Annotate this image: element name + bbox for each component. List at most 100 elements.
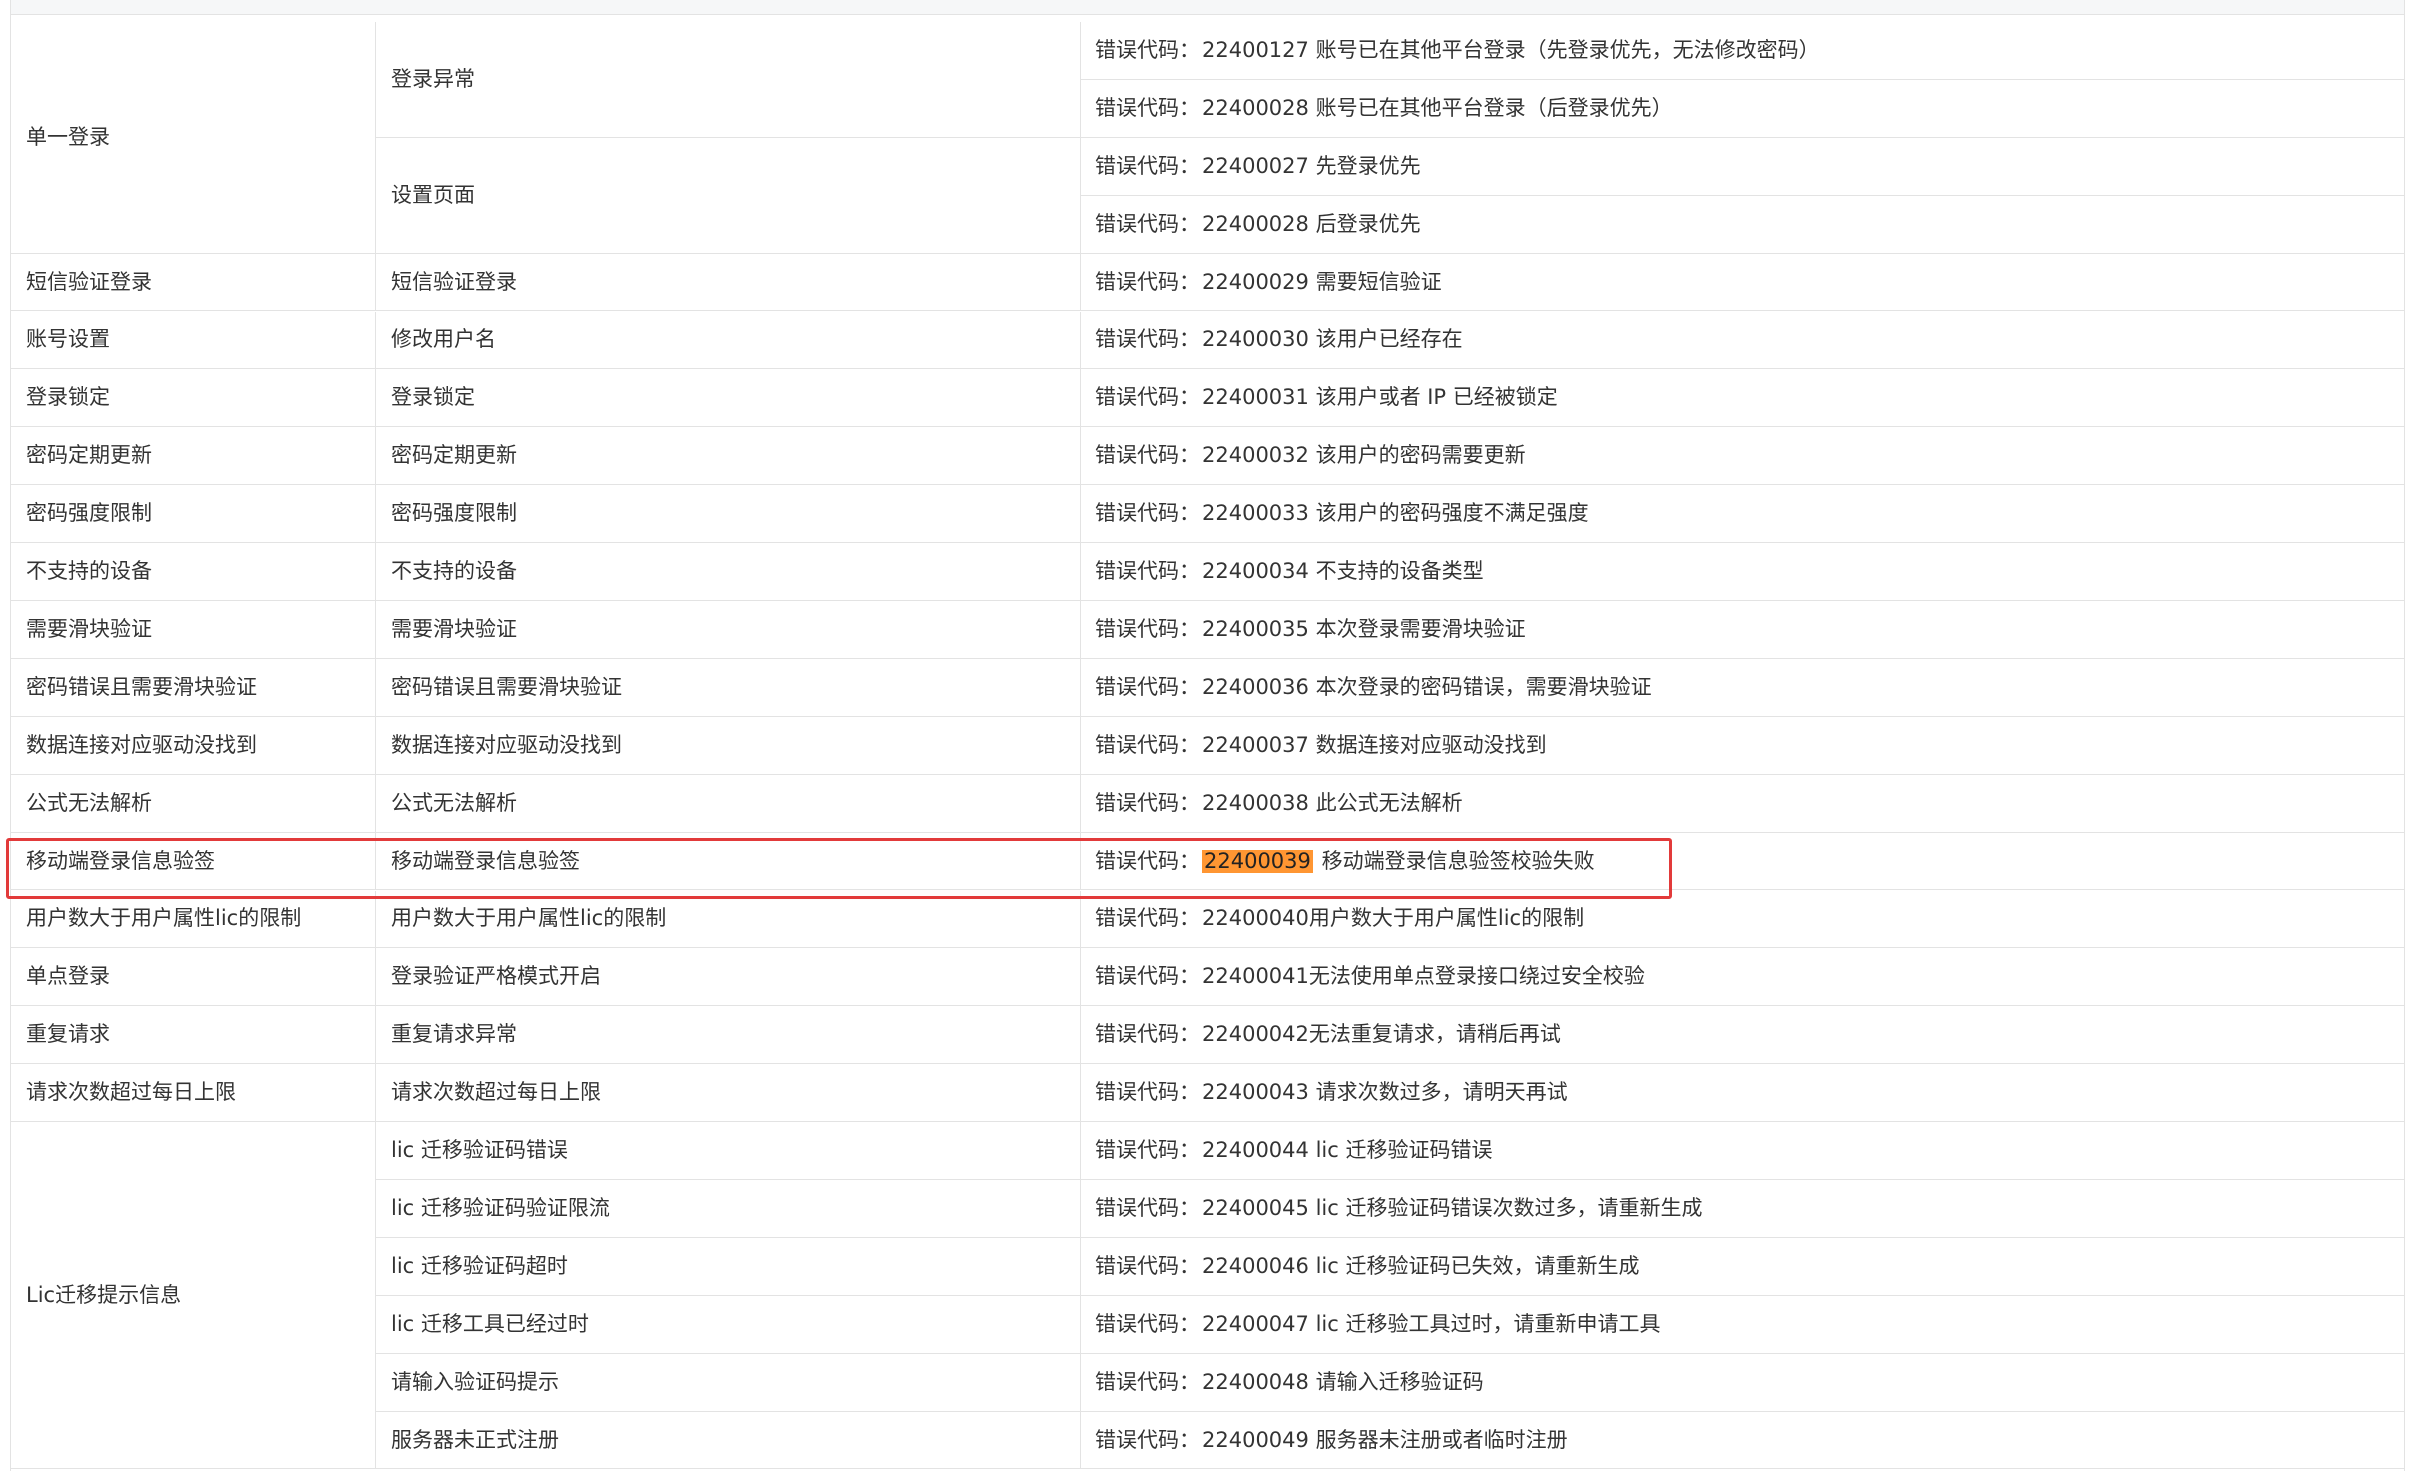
error-cell: 错误代码： 22400028 账号已在其他平台登录（后登录优先） bbox=[1081, 80, 2404, 138]
error-code: 22400030 bbox=[1202, 327, 1309, 352]
error-cell: 错误代码： 22400037 数据连接对应驱动没找到 bbox=[1081, 717, 2404, 775]
error-cell: 错误代码： 22400045 lic 迁移验证码错误次数过多，请重新生成 bbox=[1081, 1180, 2404, 1238]
error-message: 移动端登录信息验签校验失败 bbox=[1314, 848, 1595, 873]
error-cell: 错误代码： 22400029 需要短信验证 bbox=[1081, 254, 2404, 312]
error-cell: 错误代码： 22400046 lic 迁移验证码已失效，请重新生成 bbox=[1081, 1238, 2404, 1296]
error-code-prefix: 错误代码： bbox=[1095, 327, 1200, 352]
error-cell: 错误代码： 22400043 请求次数过多，请明天再试 bbox=[1081, 1064, 2404, 1123]
error-code: 22400041 bbox=[1202, 964, 1309, 989]
error-code: 22400046 bbox=[1202, 1253, 1309, 1278]
error-cell: 错误代码： 22400049 服务器未注册或者临时注册 bbox=[1081, 1412, 2404, 1470]
scene-cell: 密码错误且需要滑块验证 bbox=[376, 658, 1081, 717]
error-message: 本次登录的密码错误，需要滑块验证 bbox=[1308, 674, 1652, 699]
error-code: 22400037 bbox=[1202, 732, 1309, 757]
scene-cell: lic 迁移验证码错误 bbox=[376, 1122, 1081, 1180]
error-code-prefix: 错误代码： bbox=[1095, 1138, 1200, 1163]
error-message: 需要短信验证 bbox=[1308, 269, 1442, 294]
error-code: 22400035 bbox=[1202, 616, 1309, 641]
error-cell: 错误代码： 22400042 无法重复请求，请稍后再试 bbox=[1081, 1006, 2404, 1065]
category-cell: 短信验证登录 bbox=[11, 253, 376, 312]
error-cell: 错误代码： 22400030 该用户已经存在 bbox=[1081, 312, 2404, 370]
error-code: 22400043 bbox=[1202, 1080, 1309, 1105]
error-code: 22400036 bbox=[1202, 674, 1309, 699]
error-code: 22400044 bbox=[1202, 1138, 1309, 1163]
error-cell: 错误代码： 22400032 该用户的密码需要更新 bbox=[1081, 427, 2404, 486]
error-cell: 错误代码： 22400034 不支持的设备类型 bbox=[1081, 543, 2404, 601]
error-code-prefix: 错误代码： bbox=[1095, 1080, 1200, 1105]
scene-cell: 需要滑块验证 bbox=[376, 601, 1081, 659]
scene-cell: 请求次数超过每日上限 bbox=[376, 1064, 1081, 1123]
category-cell: 用户数大于用户属性lic的限制 bbox=[11, 890, 376, 949]
error-cell: 错误代码： 22400041 无法使用单点登录接口绕过安全校验 bbox=[1081, 948, 2404, 1007]
error-cell: 错误代码： 22400028 后登录优先 bbox=[1081, 196, 2404, 254]
scene-cell: 登录验证严格模式开启 bbox=[376, 948, 1081, 1007]
scene-cell: 用户数大于用户属性lic的限制 bbox=[376, 890, 1081, 949]
error-code: 22400048 bbox=[1202, 1369, 1309, 1394]
error-code-prefix: 错误代码： bbox=[1095, 1195, 1200, 1220]
category-cell: 请求次数超过每日上限 bbox=[11, 1064, 376, 1123]
error-code-prefix: 错误代码： bbox=[1095, 1311, 1200, 1336]
category-cell: 不支持的设备 bbox=[11, 543, 376, 601]
error-message: 用户数大于用户属性lic的限制 bbox=[1308, 906, 1585, 931]
error-cell: 错误代码： 22400027 先登录优先 bbox=[1081, 138, 2404, 196]
category-cell: 账号设置 bbox=[11, 311, 376, 370]
error-code-prefix: 错误代码： bbox=[1095, 906, 1200, 931]
category-cell: 公式无法解析 bbox=[11, 774, 376, 833]
error-code-highlighted: 22400039 bbox=[1202, 848, 1313, 873]
category-cell: 密码强度限制 bbox=[11, 485, 376, 544]
error-message: 先登录优先 bbox=[1308, 153, 1421, 178]
scene-cell: lic 迁移验证码验证限流 bbox=[376, 1180, 1081, 1238]
error-code: 22400040 bbox=[1202, 906, 1309, 931]
error-code: 22400049 bbox=[1202, 1427, 1309, 1452]
error-message: 无法重复请求，请稍后再试 bbox=[1308, 1022, 1561, 1047]
category-cell: 密码错误且需要滑块验证 bbox=[11, 658, 376, 717]
error-code: 22400042 bbox=[1202, 1022, 1309, 1047]
scene-cell: 重复请求异常 bbox=[376, 1006, 1081, 1065]
scene-cell: 设置页面 bbox=[376, 137, 1081, 254]
error-cell: 错误代码： 22400035 本次登录需要滑块验证 bbox=[1081, 601, 2404, 659]
error-message: 该用户的密码需要更新 bbox=[1308, 443, 1526, 468]
error-code-prefix: 错误代码： bbox=[1095, 443, 1200, 468]
error-message: 账号已在其他平台登录（后登录优先） bbox=[1308, 95, 1673, 120]
error-code-prefix: 错误代码： bbox=[1095, 674, 1200, 699]
error-message: lic 迁移验工具过时，请重新申请工具 bbox=[1308, 1311, 1661, 1336]
error-code: 22400031 bbox=[1202, 385, 1309, 410]
error-message: 请求次数过多，请明天再试 bbox=[1308, 1080, 1568, 1105]
error-code-prefix: 错误代码： bbox=[1095, 153, 1200, 178]
category-cell: Lic迁移提示信息 bbox=[11, 1122, 376, 1470]
error-message: 数据连接对应驱动没找到 bbox=[1308, 732, 1547, 757]
error-code-prefix: 错误代码： bbox=[1095, 37, 1200, 62]
scene-cell: 密码强度限制 bbox=[376, 485, 1081, 544]
error-code-prefix: 错误代码： bbox=[1095, 385, 1200, 410]
error-message: 该用户或者 IP 已经被锁定 bbox=[1308, 385, 1558, 410]
error-code-prefix: 错误代码： bbox=[1095, 616, 1200, 641]
error-message: lic 迁移验证码错误次数过多，请重新生成 bbox=[1308, 1195, 1703, 1220]
error-code-prefix: 错误代码： bbox=[1095, 848, 1200, 873]
error-code-prefix: 错误代码： bbox=[1095, 269, 1200, 294]
error-code-prefix: 错误代码： bbox=[1095, 964, 1200, 989]
error-code: 22400045 bbox=[1202, 1195, 1309, 1220]
table-top-partial-row bbox=[11, 0, 2404, 15]
error-message: 服务器未注册或者临时注册 bbox=[1308, 1427, 1568, 1452]
error-cell: 错误代码： 22400038 此公式无法解析 bbox=[1081, 775, 2404, 833]
scene-cell: 数据连接对应驱动没找到 bbox=[376, 716, 1081, 775]
error-code: 22400027 bbox=[1202, 153, 1309, 178]
error-code-prefix: 错误代码： bbox=[1095, 501, 1200, 526]
error-message: 无法使用单点登录接口绕过安全校验 bbox=[1308, 964, 1645, 989]
scene-cell: lic 迁移验证码超时 bbox=[376, 1237, 1081, 1296]
scene-cell: 修改用户名 bbox=[376, 311, 1081, 370]
error-code: 22400033 bbox=[1202, 501, 1309, 526]
category-cell: 单一登录 bbox=[11, 22, 376, 254]
error-cell: 错误代码： 22400036 本次登录的密码错误，需要滑块验证 bbox=[1081, 659, 2404, 717]
error-code: 22400028 bbox=[1202, 211, 1309, 236]
error-code-prefix: 错误代码： bbox=[1095, 1427, 1200, 1452]
error-code: 22400029 bbox=[1202, 269, 1309, 294]
category-cell: 需要滑块验证 bbox=[11, 601, 376, 659]
error-message: 不支持的设备类型 bbox=[1308, 559, 1484, 584]
scene-cell: 请输入验证码提示 bbox=[376, 1353, 1081, 1412]
category-cell: 密码定期更新 bbox=[11, 427, 376, 486]
error-code-prefix: 错误代码： bbox=[1095, 559, 1200, 584]
error-code: 22400127 bbox=[1202, 37, 1309, 62]
scene-cell: 不支持的设备 bbox=[376, 543, 1081, 601]
error-message: lic 迁移验证码错误 bbox=[1308, 1138, 1493, 1163]
